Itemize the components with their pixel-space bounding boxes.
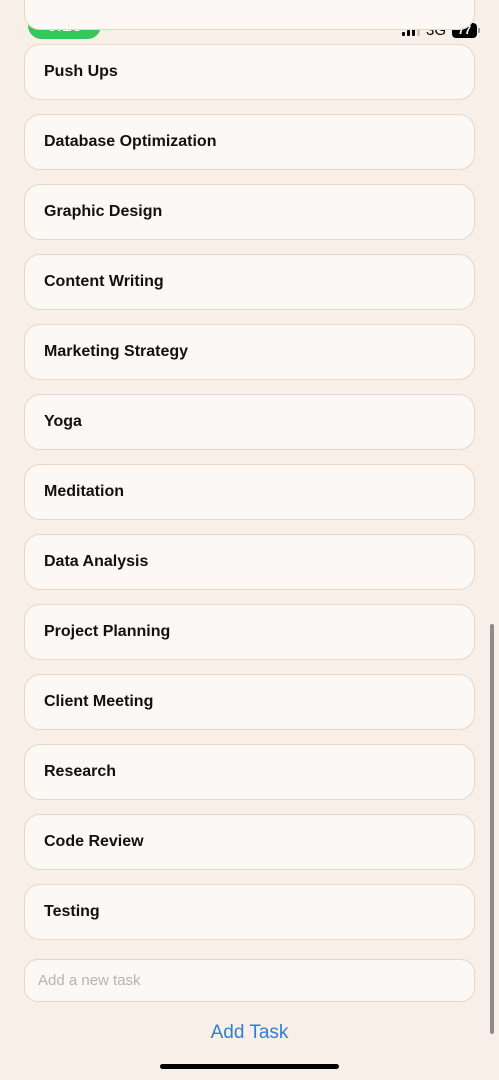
task-label: Database Optimization: [44, 133, 217, 150]
task-card[interactable]: Research: [24, 744, 475, 800]
task-card[interactable]: Client Meeting: [24, 674, 475, 730]
task-card[interactable]: Yoga: [24, 394, 475, 450]
task-label: Graphic Design: [44, 203, 163, 220]
task-label: Yoga: [44, 413, 82, 430]
home-indicator[interactable]: [160, 1064, 339, 1069]
task-label: Project Planning: [44, 623, 171, 640]
task-label: Client Meeting: [44, 693, 154, 710]
add-task-button[interactable]: Add Task: [0, 1022, 499, 1044]
task-label: Push Ups: [44, 63, 118, 80]
task-card[interactable]: Project Planning: [24, 604, 475, 660]
task-label: Marketing Strategy: [44, 343, 189, 360]
scroll-indicator[interactable]: [490, 624, 494, 1034]
task-label: Content Writing: [44, 273, 164, 290]
task-card[interactable]: Content Writing: [24, 254, 475, 310]
task-label: Data Analysis: [44, 553, 149, 570]
task-card[interactable]: Push Ups: [24, 44, 475, 100]
task-card[interactable]: Testing: [24, 884, 475, 940]
task-card[interactable]: Code Review: [24, 814, 475, 870]
new-task-input[interactable]: [24, 959, 475, 1002]
task-card[interactable]: [24, 0, 475, 30]
task-card[interactable]: Meditation: [24, 464, 475, 520]
task-card[interactable]: Marketing Strategy: [24, 324, 475, 380]
task-card[interactable]: Data Analysis: [24, 534, 475, 590]
task-label: Testing: [44, 903, 100, 920]
task-label: Code Review: [44, 833, 144, 850]
task-label: Meditation: [44, 483, 124, 500]
task-list: Push Ups Database Optimization Graphic Des…: [24, 0, 475, 954]
task-card[interactable]: Database Optimization: [24, 114, 475, 170]
task-card[interactable]: Graphic Design: [24, 184, 475, 240]
task-label: Research: [44, 763, 117, 780]
